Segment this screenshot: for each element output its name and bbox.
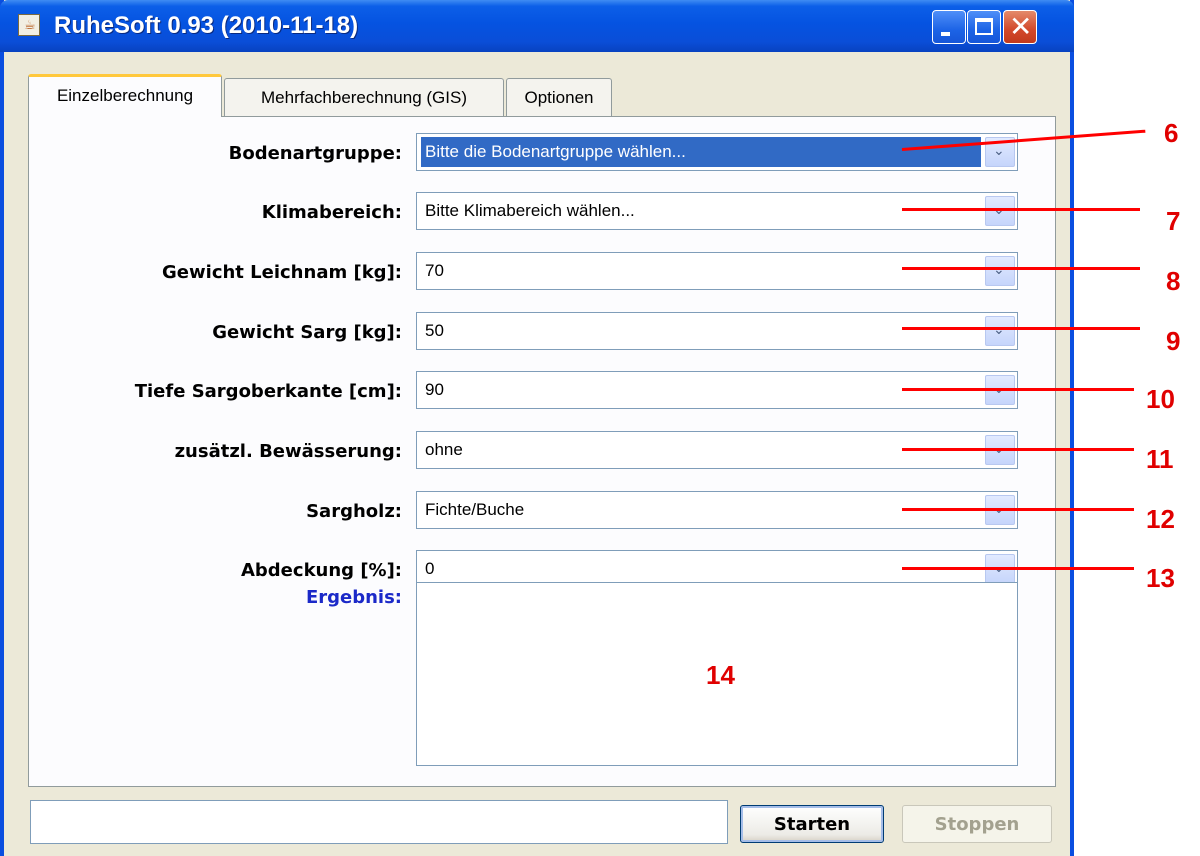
tab-einzelberechnung[interactable]: Einzelberechnung — [28, 74, 222, 117]
gewicht-sarg-select[interactable]: 50 ⌄ — [416, 312, 1018, 350]
close-icon: ✕ — [1009, 10, 1033, 43]
annotation-number: 8 — [1166, 266, 1181, 296]
minimize-button[interactable] — [932, 10, 966, 44]
ergebnis-label: Ergebnis: — [305, 587, 402, 608]
bewaesserung-value: ohne — [425, 440, 463, 459]
tab-mehrfachberechnung[interactable]: Mehrfachberechnung (GIS) — [224, 78, 504, 116]
abdeckung-label: Abdeckung [%]: — [240, 560, 402, 581]
sargholz-value: Fichte/Buche — [425, 500, 525, 519]
stop-button: Stoppen — [902, 805, 1052, 843]
annotation-line — [902, 567, 1134, 570]
close-button[interactable]: ✕ — [1003, 10, 1037, 44]
annotation-line — [902, 448, 1134, 451]
klimabereich-value: Bitte Klimabereich wählen... — [425, 201, 635, 220]
bewaesserung-label: zusätzl. Bewässerung: — [174, 441, 402, 462]
annotation-number: 14 — [706, 660, 735, 690]
start-button[interactable]: Starten — [740, 805, 884, 843]
annotation-line — [902, 508, 1134, 511]
chevron-down-icon[interactable]: ⌄ — [985, 316, 1015, 346]
gewicht-sarg-value: 50 — [425, 321, 444, 340]
annotation-number: 11 — [1146, 444, 1174, 474]
abdeckung-value: 0 — [425, 559, 435, 578]
tab-optionen[interactable]: Optionen — [506, 78, 612, 116]
bodenartgruppe-select[interactable]: Bitte die Bodenartgruppe wählen... ⌄ — [416, 133, 1018, 171]
tiefe-sargoberkante-value: 90 — [425, 380, 444, 399]
klimabereich-select[interactable]: Bitte Klimabereich wählen... ⌄ — [416, 192, 1018, 230]
annotation-line — [902, 388, 1134, 391]
annotation-number: 12 — [1146, 504, 1175, 534]
gewicht-sarg-label: Gewicht Sarg [kg]: — [212, 322, 402, 343]
tiefe-sargoberkante-label: Tiefe Sargoberkante [cm]: — [134, 381, 402, 402]
annotation-number: 6 — [1164, 118, 1179, 148]
bodenartgruppe-value: Bitte die Bodenartgruppe wählen... — [425, 142, 686, 161]
annotation-number: 13 — [1146, 563, 1175, 593]
annotation-number: 9 — [1166, 326, 1181, 356]
window-title: RuheSoft 0.93 (2010-11-18) — [54, 12, 359, 39]
bodenartgruppe-label: Bodenartgruppe: — [228, 143, 402, 164]
annotation-number: 7 — [1166, 206, 1181, 236]
annotation-line — [902, 208, 1140, 211]
chevron-down-icon[interactable]: ⌄ — [985, 196, 1015, 226]
annotation-line — [902, 267, 1140, 270]
gewicht-leichnam-label: Gewicht Leichnam [kg]: — [162, 262, 402, 283]
title-bar[interactable]: ☕ RuheSoft 0.93 (2010-11-18) ✕ — [0, 0, 1074, 52]
chevron-down-icon[interactable]: ⌄ — [985, 256, 1015, 286]
annotation-line — [902, 327, 1140, 330]
klimabereich-label: Klimabereich: — [261, 202, 402, 223]
annotation-number: 10 — [1146, 384, 1175, 414]
gewicht-leichnam-select[interactable]: 70 ⌄ — [416, 252, 1018, 290]
java-app-icon: ☕ — [18, 14, 40, 36]
maximize-button[interactable] — [967, 10, 1001, 44]
gewicht-leichnam-value: 70 — [425, 261, 444, 280]
sargholz-label: Sargholz: — [306, 501, 402, 522]
status-field[interactable] — [30, 800, 728, 844]
